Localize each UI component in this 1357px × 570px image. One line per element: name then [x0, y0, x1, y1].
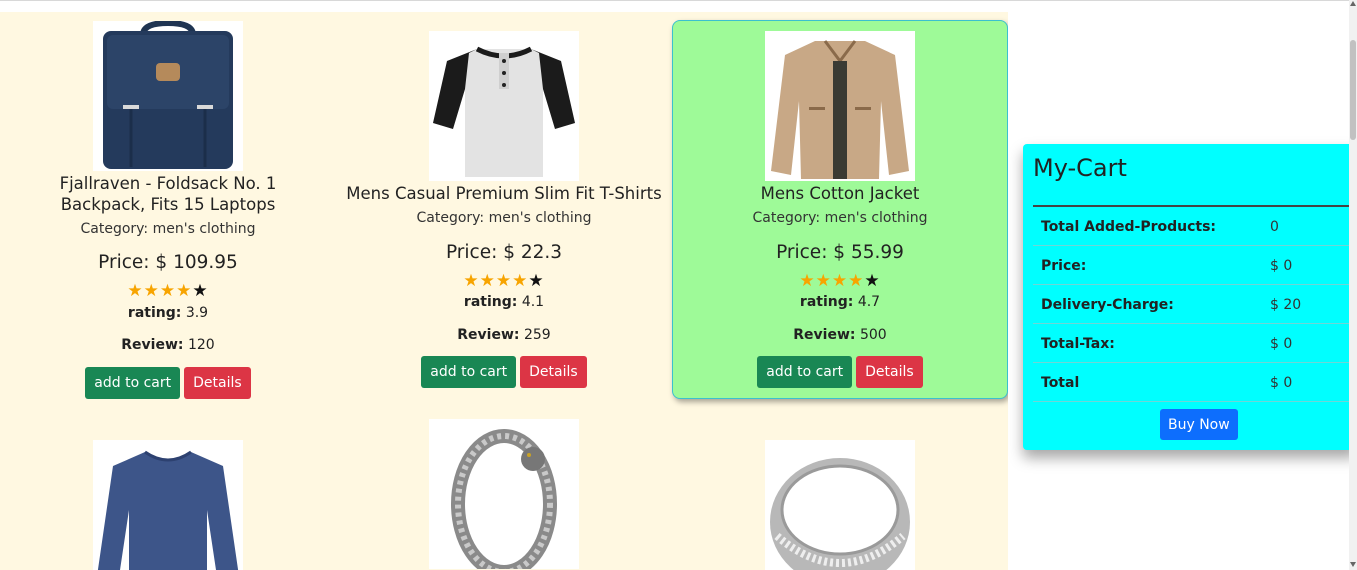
row-label: Total-Tax: [1041, 336, 1115, 352]
product-title: Fjallraven - Foldsack No. 1 Backpack, Fi… [59, 174, 277, 214]
star-empty-icon: ★ [864, 271, 881, 291]
cart-row-tax: Total-Tax: $ 0 [1033, 324, 1357, 363]
cart-row-total: Total $ 0 [1033, 363, 1357, 402]
cart-title: My-Cart [1033, 154, 1127, 182]
star-empty-icon: ★ [528, 271, 545, 291]
product-grid: Fjallraven - Foldsack No. 1 Backpack, Fi… [0, 12, 1008, 570]
row-value: 0 [1270, 219, 1279, 235]
product-card: Fjallraven - Foldsack No. 1 Backpack, Fi… [0, 12, 336, 412]
product-title: Mens Cotton Jacket [760, 184, 920, 203]
product-title: Mens Casual Premium Slim Fit T-Shirts [346, 184, 662, 203]
cart-row-total-products: Total Added-Products: 0 [1033, 207, 1357, 246]
star-empty-icon: ★ [192, 281, 209, 301]
product-card [672, 412, 1008, 570]
product-card: Mens Casual Premium Slim Fit T-Shirts Ca… [336, 12, 672, 412]
row-value: $ 20 [1270, 297, 1302, 313]
star-filled-icon: ★ [463, 271, 480, 291]
scroll-down-icon[interactable] [1350, 562, 1356, 567]
star-filled-icon: ★ [176, 281, 193, 301]
product-category: Category: men's clothing [752, 210, 928, 226]
star-filled-icon: ★ [479, 271, 496, 291]
product-card [0, 412, 336, 570]
product-rating: rating: 3.9 [0, 305, 336, 321]
product-rating: rating: 4.7 [673, 294, 1007, 310]
rating-label: rating: [463, 294, 518, 310]
backpack-image[interactable] [93, 21, 243, 171]
ring-image[interactable] [765, 440, 915, 570]
product-rating: rating: 4.1 [336, 294, 672, 310]
product-review: Review: 259 [336, 327, 672, 343]
add-to-cart-button[interactable]: add to cart [757, 356, 853, 388]
rating-value: 4.1 [521, 294, 545, 310]
product-card [336, 412, 672, 570]
star-filled-icon: ★ [495, 271, 513, 291]
bracelet-image[interactable] [429, 419, 579, 569]
add-to-cart-button[interactable]: add to cart [421, 356, 517, 388]
star-filled-icon: ★ [799, 271, 816, 291]
review-label: Review: [793, 327, 856, 343]
row-label: Total Added-Products: [1041, 219, 1217, 235]
longsleeve-shirt-image[interactable] [93, 440, 243, 570]
cart-row-price: Price: $ 0 [1033, 246, 1357, 285]
rating-stars: ★★★★★ [0, 282, 336, 300]
star-filled-icon: ★ [159, 281, 177, 301]
star-filled-icon: ★ [815, 271, 832, 291]
page-scrollbar[interactable] [1349, 0, 1357, 570]
cart-panel: My-Cart Total Added-Products: 0 Price: $… [1023, 144, 1357, 450]
rating-value: 3.9 [185, 305, 209, 321]
product-price: Price: $ 22.3 [445, 242, 563, 263]
star-filled-icon: ★ [127, 281, 144, 301]
details-button[interactable]: Details [856, 356, 923, 388]
rating-stars: ★★★★★ [336, 272, 672, 290]
row-label: Delivery-Charge: [1041, 297, 1174, 313]
top-border [0, 0, 1357, 1]
row-value: $ 0 [1270, 258, 1293, 274]
row-label: Price: [1041, 258, 1087, 274]
rating-stars: ★★★★★ [673, 272, 1007, 290]
rating-label: rating: [127, 305, 182, 321]
product-review: Review: 500 [673, 327, 1007, 343]
jacket-image[interactable] [765, 31, 915, 181]
review-value: 120 [187, 337, 215, 353]
product-price: Price: $ 109.95 [98, 252, 238, 273]
buy-now-button[interactable]: Buy Now [1160, 409, 1238, 440]
add-to-cart-button[interactable]: add to cart [85, 367, 181, 399]
card-actions: add to cart Details [336, 356, 672, 388]
card-actions: add to cart Details [673, 356, 1007, 388]
star-filled-icon: ★ [848, 271, 865, 291]
review-value: 500 [859, 327, 887, 343]
row-value: $ 0 [1270, 375, 1293, 391]
star-filled-icon: ★ [831, 271, 849, 291]
details-button[interactable]: Details [520, 356, 587, 388]
row-value: $ 0 [1270, 336, 1293, 352]
product-category: Category: men's clothing [416, 210, 592, 226]
rating-label: rating: [799, 294, 854, 310]
cart-summary-table: Total Added-Products: 0 Price: $ 0 Deliv… [1033, 207, 1357, 402]
review-label: Review: [121, 337, 184, 353]
product-review: Review: 120 [0, 337, 336, 353]
tshirt-image[interactable] [429, 31, 579, 181]
scroll-up-icon[interactable] [1350, 1, 1356, 6]
product-price: Price: $ 55.99 [776, 242, 904, 263]
details-button[interactable]: Details [184, 367, 251, 399]
star-filled-icon: ★ [143, 281, 160, 301]
rating-value: 4.7 [857, 294, 881, 310]
scroll-thumb[interactable] [1350, 40, 1356, 140]
product-category: Category: men's clothing [80, 221, 256, 237]
star-filled-icon: ★ [512, 271, 529, 291]
card-actions: add to cart Details [0, 367, 336, 399]
row-label: Total [1041, 375, 1080, 391]
review-value: 259 [523, 327, 551, 343]
product-card-highlighted: Mens Cotton Jacket Category: men's cloth… [672, 20, 1008, 399]
review-label: Review: [457, 327, 520, 343]
cart-row-delivery: Delivery-Charge: $ 20 [1033, 285, 1357, 324]
